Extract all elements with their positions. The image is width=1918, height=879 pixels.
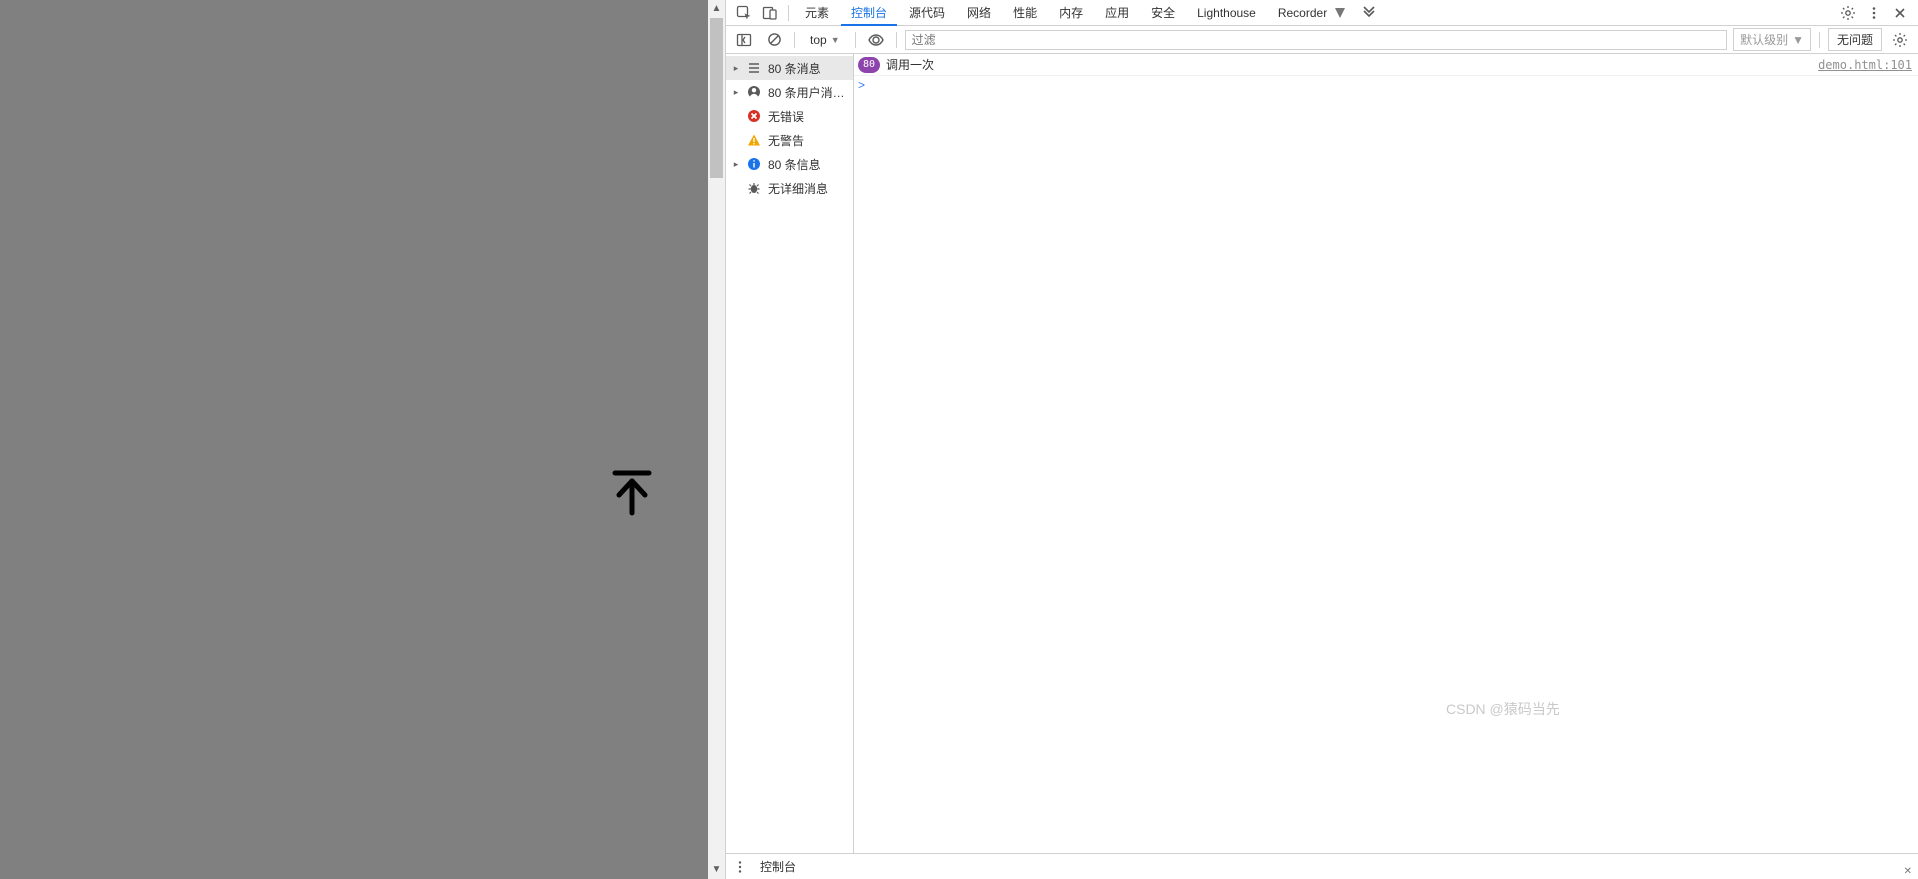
execution-context-label: top [810,33,827,47]
drawer-close-icon[interactable]: ✕ [1904,866,1912,877]
prompt-chevron-icon: > [858,78,865,92]
scroll-down-button[interactable]: ▼ [708,861,725,879]
sidebar-item-label: 无错误 [768,108,847,125]
toggle-sidebar-icon[interactable] [732,28,756,52]
tab-network[interactable]: 网络 [957,0,1001,26]
error-icon [746,108,762,124]
tab-performance[interactable]: 性能 [1003,0,1047,26]
sidebar-item-label: 80 条消息 [768,60,847,77]
toolbar-separator [896,32,897,48]
info-icon [746,156,762,172]
user-icon [746,84,762,100]
console-content: 80 调用一次 demo.html:101 > [854,54,1918,853]
settings-gear-icon[interactable] [1836,1,1860,25]
tab-recorder[interactable]: Recorder [1268,0,1355,26]
sidebar-item-errors[interactable]: 无错误 [726,104,853,128]
tab-elements[interactable]: 元素 [795,0,839,26]
console-log-entry[interactable]: 80 调用一次 demo.html:101 [854,54,1918,76]
chevron-down-icon: ▼ [831,35,840,45]
console-sidebar: ▸ 80 条消息 ▸ 80 条用户消… 无错误 [726,54,854,853]
console-settings-gear-icon[interactable] [1888,28,1912,52]
toolbar-separator [1819,32,1820,48]
sidebar-item-all-messages[interactable]: ▸ 80 条消息 [726,56,853,80]
sidebar-item-verbose[interactable]: 无详细消息 [726,176,853,200]
expand-arrow-icon: ▸ [732,87,740,98]
scroll-up-button[interactable]: ▲ [708,0,725,18]
drawer-menu-icon[interactable] [734,860,750,874]
chevron-down-icon: ▼ [1792,33,1804,47]
console-filter-input[interactable] [905,30,1727,50]
viewport-scrollbar[interactable]: ▲ ▼ [708,0,726,879]
sidebar-item-info[interactable]: ▸ 80 条信息 [726,152,853,176]
console-main: ▸ 80 条消息 ▸ 80 条用户消… 无错误 [726,54,1918,853]
devtools-panel: 元素 控制台 源代码 网络 性能 内存 应用 安全 Lighthouse Rec… [726,0,1918,879]
tab-sources[interactable]: 源代码 [899,0,955,26]
list-icon [746,60,762,76]
log-levels-select[interactable]: 默认级别 ▼ [1733,28,1811,51]
expand-arrow-icon: ▸ [732,63,740,74]
tab-security[interactable]: 安全 [1141,0,1185,26]
recorder-preview-icon [1335,8,1345,18]
issues-button[interactable]: 无问题 [1828,28,1882,51]
inspect-element-icon[interactable] [732,1,756,25]
execution-context-select[interactable]: top ▼ [803,30,847,50]
back-to-top-button[interactable] [606,466,658,518]
warning-icon [746,132,762,148]
tab-memory[interactable]: 内存 [1049,0,1093,26]
arrow-up-to-line-icon [607,467,657,517]
kebab-menu-icon[interactable] [1862,1,1886,25]
console-toolbar: top ▼ 默认级别 ▼ 无问题 [726,26,1918,54]
page-viewport [0,0,708,879]
toolbar-separator [794,32,795,48]
sidebar-item-warnings[interactable]: 无警告 [726,128,853,152]
log-levels-label: 默认级别 [1740,31,1788,48]
scrollbar-thumb[interactable] [710,18,723,178]
sidebar-item-label: 无详细消息 [768,180,847,197]
tab-lighthouse[interactable]: Lighthouse [1187,0,1266,26]
tab-console[interactable]: 控制台 [841,0,897,26]
sidebar-item-label: 80 条用户消… [768,84,847,101]
sidebar-item-user-messages[interactable]: ▸ 80 条用户消… [726,80,853,104]
toolbar-separator [855,32,856,48]
sidebar-item-label: 无警告 [768,132,847,149]
devtools-tabbar: 元素 控制台 源代码 网络 性能 内存 应用 安全 Lighthouse Rec… [726,0,1918,26]
sidebar-item-label: 80 条信息 [768,156,847,173]
tabs-overflow-icon[interactable] [1357,1,1381,25]
bug-icon [746,180,762,196]
tab-application[interactable]: 应用 [1095,0,1139,26]
clear-console-icon[interactable] [762,28,786,52]
drawer-tab-console[interactable]: 控制台 [760,858,796,875]
log-source-link[interactable]: demo.html:101 [1818,58,1912,72]
log-message: 调用一次 [886,56,1812,73]
live-expression-icon[interactable] [864,28,888,52]
devtools-close-icon[interactable] [1888,1,1912,25]
console-prompt[interactable]: > [854,76,1918,94]
device-toggle-icon[interactable] [758,1,782,25]
expand-arrow-icon: ▸ [732,159,740,170]
tabbar-separator [788,5,789,21]
repeat-count-badge: 80 [858,57,880,73]
tab-recorder-label: Recorder [1278,6,1327,20]
devtools-drawer: 控制台 ✕ [726,853,1918,879]
